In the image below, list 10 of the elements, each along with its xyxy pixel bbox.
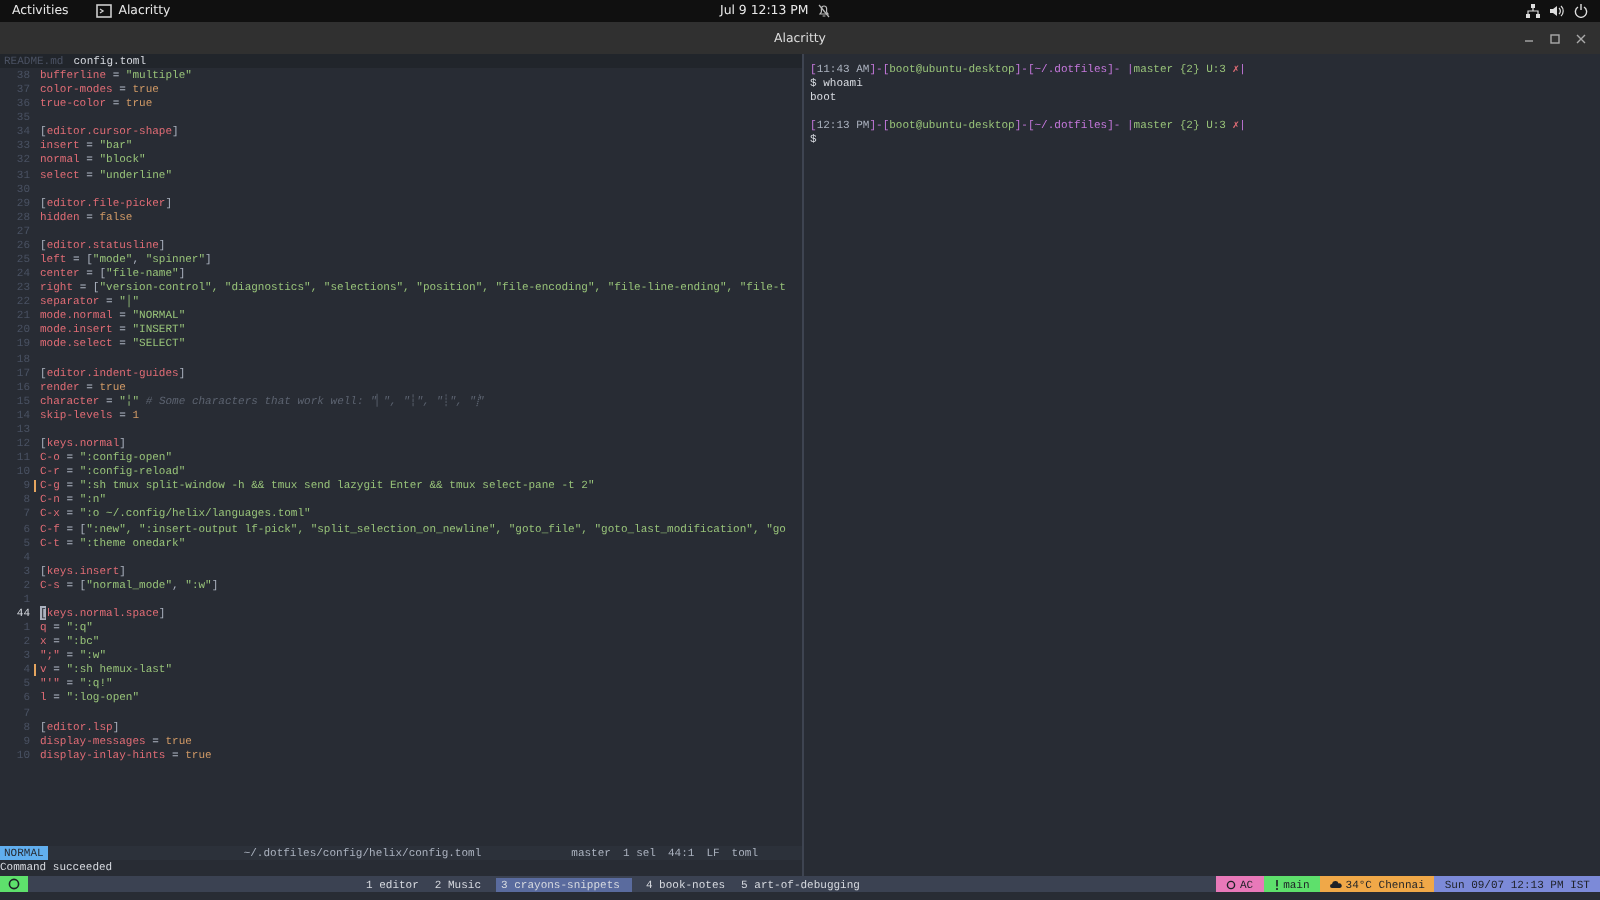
volume-icon[interactable] [1550, 4, 1564, 18]
close-icon[interactable] [1576, 33, 1586, 43]
network-icon[interactable] [1526, 4, 1540, 18]
circle-icon [8, 878, 20, 890]
cloud-icon [1329, 880, 1342, 888]
terminal-icon [96, 4, 113, 18]
maximize-icon[interactable] [1550, 33, 1560, 43]
bell-off-icon [818, 4, 831, 18]
branch-icon [1273, 879, 1280, 889]
power-icon[interactable] [1574, 4, 1588, 18]
